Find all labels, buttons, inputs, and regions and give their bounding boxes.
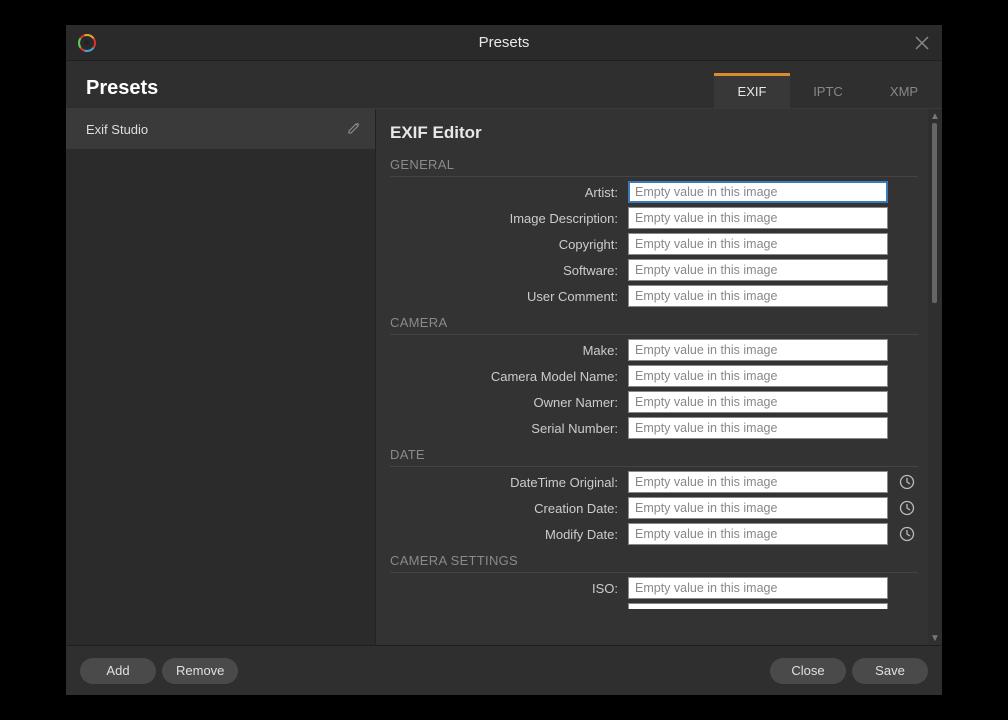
section-date: DATE	[390, 447, 918, 467]
label-image-description: Image Description:	[390, 211, 620, 226]
section-camera: CAMERA	[390, 315, 918, 335]
input-software[interactable]	[628, 259, 888, 281]
scroll-up-icon[interactable]: ▲	[930, 111, 940, 121]
field-copyright: Copyright:	[390, 233, 918, 255]
input-serial-number[interactable]	[628, 417, 888, 439]
save-button[interactable]: Save	[852, 658, 928, 684]
titlebar: Presets	[66, 25, 942, 61]
sidebar-item-preset[interactable]: Exif Studio	[66, 109, 375, 149]
label-copyright: Copyright:	[390, 237, 620, 252]
field-datetime-original: DateTime Original:	[390, 471, 918, 493]
editor-scroll[interactable]: EXIF Editor GENERAL Artist: Image Descri…	[376, 109, 928, 645]
label-camera-model-name: Camera Model Name:	[390, 369, 620, 384]
dialog-title: Presets	[66, 34, 942, 51]
field-camera-model-name: Camera Model Name:	[390, 365, 918, 387]
scroll-thumb[interactable]	[932, 123, 937, 303]
section-general: GENERAL	[390, 157, 918, 177]
field-image-description: Image Description:	[390, 207, 918, 229]
edit-pencil-icon[interactable]	[347, 121, 361, 138]
field-modify-date: Modify Date:	[390, 523, 918, 545]
editor-panel: EXIF Editor GENERAL Artist: Image Descri…	[376, 109, 942, 645]
section-camera-settings: CAMERA SETTINGS	[390, 553, 918, 573]
add-button[interactable]: Add	[80, 658, 156, 684]
label-datetime-original: DateTime Original:	[390, 475, 620, 490]
input-user-comment[interactable]	[628, 285, 888, 307]
input-artist[interactable]	[628, 181, 888, 203]
label-user-comment: User Comment:	[390, 289, 620, 304]
remove-button[interactable]: Remove	[162, 658, 238, 684]
input-owner-namer[interactable]	[628, 391, 888, 413]
input-iso[interactable]	[628, 577, 888, 599]
presets-dialog: Presets Presets EXIF IPTC XMP Exif Studi…	[66, 25, 942, 695]
sidebar: Exif Studio	[66, 109, 376, 645]
editor-title: EXIF Editor	[390, 123, 918, 143]
field-artist: Artist:	[390, 181, 918, 203]
sidebar-item-label: Exif Studio	[86, 122, 148, 137]
scroll-down-icon[interactable]: ▼	[930, 633, 940, 643]
input-make[interactable]	[628, 339, 888, 361]
input-image-description[interactable]	[628, 207, 888, 229]
field-make: Make:	[390, 339, 918, 361]
input-datetime-original[interactable]	[628, 471, 888, 493]
label-modify-date: Modify Date:	[390, 527, 620, 542]
scrollbar[interactable]: ▲ ▼	[928, 109, 942, 645]
field-serial-number: Serial Number:	[390, 417, 918, 439]
input-modify-date[interactable]	[628, 523, 888, 545]
input-copyright[interactable]	[628, 233, 888, 255]
tab-xmp[interactable]: XMP	[866, 73, 942, 108]
close-icon[interactable]	[912, 33, 932, 53]
close-button[interactable]: Close	[770, 658, 846, 684]
label-make: Make:	[390, 343, 620, 358]
footer: Add Remove Close Save	[66, 645, 942, 695]
body: Exif Studio EXIF Editor GENERAL Artist: …	[66, 109, 942, 645]
field-next-partial	[390, 603, 918, 609]
input-camera-model-name[interactable]	[628, 365, 888, 387]
label-artist: Artist:	[390, 185, 620, 200]
page-title: Presets	[66, 77, 376, 108]
label-iso: ISO:	[390, 581, 620, 596]
field-creation-date: Creation Date:	[390, 497, 918, 519]
field-iso: ISO:	[390, 577, 918, 599]
label-owner-namer: Owner Namer:	[390, 395, 620, 410]
app-logo-icon	[78, 34, 96, 52]
field-user-comment: User Comment:	[390, 285, 918, 307]
input-creation-date[interactable]	[628, 497, 888, 519]
field-owner-namer: Owner Namer:	[390, 391, 918, 413]
label-creation-date: Creation Date:	[390, 501, 620, 516]
clock-icon[interactable]	[896, 497, 918, 519]
field-software: Software:	[390, 259, 918, 281]
clock-icon[interactable]	[896, 523, 918, 545]
label-software: Software:	[390, 263, 620, 278]
clock-icon[interactable]	[896, 471, 918, 493]
tab-exif[interactable]: EXIF	[714, 73, 790, 108]
tabs: EXIF IPTC XMP	[714, 61, 942, 108]
input-partial[interactable]	[628, 603, 888, 609]
label-serial-number: Serial Number:	[390, 421, 620, 436]
tab-iptc[interactable]: IPTC	[790, 73, 866, 108]
header-row: Presets EXIF IPTC XMP	[66, 61, 942, 109]
